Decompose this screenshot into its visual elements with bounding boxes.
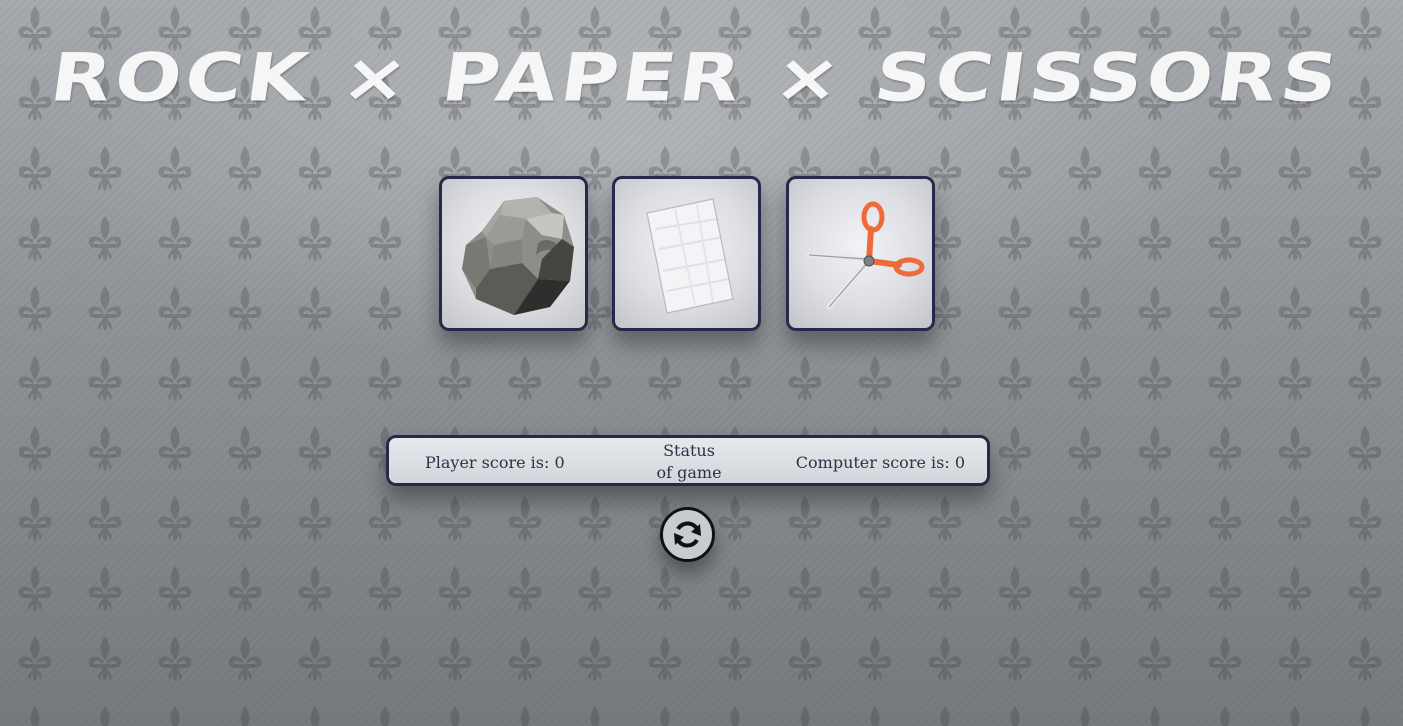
paper-choice-button[interactable]	[612, 176, 761, 331]
reset-button[interactable]	[660, 507, 715, 562]
rock-choice-button[interactable]	[439, 176, 588, 331]
title-separator: ×	[769, 40, 850, 117]
title-word-scissors: SCISSORS	[869, 40, 1347, 117]
refresh-icon	[674, 521, 701, 548]
title-word-paper: PAPER	[437, 40, 750, 117]
paper-icon	[646, 198, 734, 314]
computer-score: Computer score is: 0	[795, 453, 965, 472]
title-separator: ×	[336, 40, 417, 117]
title-word-rock: ROCK	[45, 40, 317, 117]
game-status: Status of game	[629, 440, 749, 484]
scoreboard: Player score is: 0 Status of game Comput…	[386, 435, 990, 486]
status-line-1: Status	[663, 441, 715, 460]
rock-icon	[462, 197, 574, 315]
game-title: ROCK × PAPER × SCISSORS	[0, 40, 1403, 130]
scissors-choice-button[interactable]	[786, 176, 935, 331]
status-line-2: of game	[656, 463, 722, 482]
scissors-icon	[806, 201, 925, 310]
player-score: Player score is: 0	[425, 453, 565, 472]
